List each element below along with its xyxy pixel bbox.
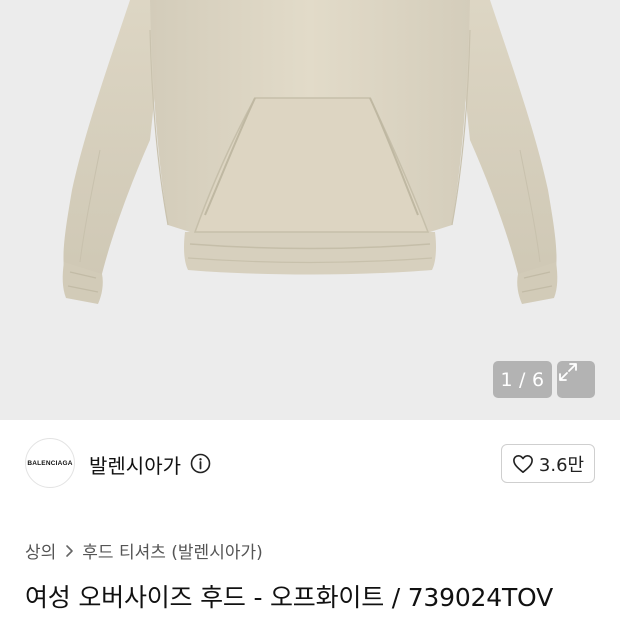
- like-button[interactable]: 3.6만: [501, 444, 595, 483]
- breadcrumb: 상의 후드 티셔츠 (발렌시아가): [25, 538, 263, 563]
- brand-name-link[interactable]: 발렌시아가: [89, 450, 181, 479]
- pager-current: 1: [500, 368, 514, 391]
- like-count: 3.6만: [538, 454, 585, 476]
- image-pager: 1 / 6: [493, 361, 552, 398]
- product-title: 여성 오버사이즈 후드 - 오프화이트 / 739024TOV: [25, 583, 553, 612]
- expand-button[interactable]: [557, 361, 595, 398]
- hoodie-image: [62, 0, 558, 304]
- heart-icon: [512, 454, 533, 473]
- pager-total: 6: [531, 368, 545, 391]
- expand-icon: [559, 363, 577, 381]
- info-icon[interactable]: [190, 453, 211, 474]
- chevron-right-icon: [66, 544, 74, 557]
- product-image-gallery[interactable]: 1 / 6: [0, 0, 620, 420]
- pager-separator: /: [519, 368, 526, 391]
- breadcrumb-item-category[interactable]: 상의: [25, 538, 56, 563]
- brand-logo-text: BALENCIAGA: [27, 459, 73, 467]
- breadcrumb-item-subcategory[interactable]: 후드 티셔츠 (발렌시아가): [82, 538, 262, 563]
- brand-logo[interactable]: BALENCIAGA: [25, 438, 75, 488]
